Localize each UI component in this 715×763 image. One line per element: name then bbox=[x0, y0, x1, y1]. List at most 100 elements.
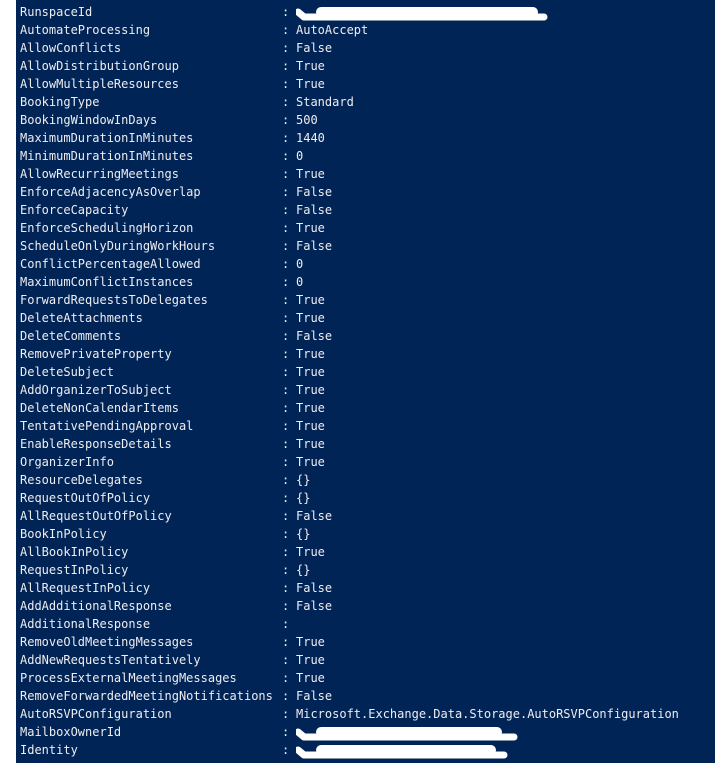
property-name: OrganizerInfo bbox=[20, 455, 114, 469]
property-row: MaximumConflictInstances:0 bbox=[20, 273, 679, 291]
property-row: DeleteSubject: True bbox=[20, 363, 679, 381]
property-row: AllRequestInPolicy: False bbox=[20, 579, 679, 597]
property-name: DeleteComments bbox=[20, 329, 122, 343]
property-name: AdditionalResponse bbox=[20, 617, 151, 631]
property-separator: : bbox=[282, 581, 290, 595]
property-value: {} bbox=[296, 473, 311, 487]
property-row: ConflictPercentageAllowed:0 bbox=[20, 255, 679, 273]
property-value: False bbox=[296, 581, 333, 595]
property-row: AllowRecurringMeetings: True bbox=[20, 165, 679, 183]
property-row: TentativePendingApproval: True bbox=[20, 417, 679, 435]
property-separator: : bbox=[282, 131, 290, 145]
property-name: AddNewRequestsTentatively bbox=[20, 653, 201, 667]
property-value: Standard bbox=[296, 95, 354, 109]
property-value: False bbox=[296, 689, 333, 703]
property-separator: : bbox=[282, 437, 290, 451]
property-name: AllowMultipleResources bbox=[20, 77, 179, 91]
property-separator: : bbox=[282, 23, 290, 37]
property-row: ScheduleOnlyDuringWorkHours: False bbox=[20, 237, 679, 255]
property-row: RunspaceId: bbox=[20, 3, 679, 21]
property-name: DeleteNonCalendarItems bbox=[20, 401, 179, 415]
property-row: RequestInPolicy: {} bbox=[20, 561, 679, 579]
scribble-redaction-icon bbox=[296, 746, 508, 759]
property-separator: : bbox=[282, 95, 290, 109]
property-separator: : bbox=[282, 689, 290, 703]
property-separator: : bbox=[282, 329, 290, 343]
property-value: False bbox=[296, 329, 333, 343]
property-separator: : bbox=[282, 311, 290, 325]
property-row: Identity: bbox=[20, 741, 679, 759]
property-name: ConflictPercentageAllowed bbox=[20, 257, 201, 271]
property-row: ForwardRequestsToDelegates: True bbox=[20, 291, 679, 309]
property-name: RemoveOldMeetingMessages bbox=[20, 635, 194, 649]
property-name: ProcessExternalMeetingMessages bbox=[20, 671, 237, 685]
property-separator: : bbox=[282, 473, 290, 487]
property-row: ProcessExternalMeetingMessages: True bbox=[20, 669, 679, 687]
property-separator: : bbox=[282, 113, 290, 127]
property-separator: : bbox=[282, 203, 290, 217]
property-value: {} bbox=[296, 491, 311, 505]
property-name: MinimumDurationInMinutes bbox=[20, 149, 194, 163]
property-value: False bbox=[296, 203, 333, 217]
property-separator: : bbox=[282, 635, 290, 649]
property-row: RemovePrivateProperty: True bbox=[20, 345, 679, 363]
scribble-stroke bbox=[296, 8, 548, 21]
property-row: AddOrganizerToSubject: True bbox=[20, 381, 679, 399]
property-row: EnforceSchedulingHorizon: True bbox=[20, 219, 679, 237]
property-separator: : bbox=[282, 725, 290, 739]
property-row: AllowDistributionGroup: True bbox=[20, 57, 679, 75]
property-row: BookInPolicy: {} bbox=[20, 525, 679, 543]
property-name: AddOrganizerToSubject bbox=[20, 383, 172, 397]
property-value: True bbox=[296, 635, 325, 649]
property-name: MailboxOwnerId bbox=[20, 725, 122, 739]
property-value: 0 bbox=[296, 257, 304, 271]
property-separator: : bbox=[282, 275, 290, 289]
property-row: DeleteNonCalendarItems: True bbox=[20, 399, 679, 417]
property-name: AllRequestInPolicy bbox=[20, 581, 151, 595]
property-name: DeleteAttachments bbox=[20, 311, 143, 325]
property-name: AllRequestOutOfPolicy bbox=[20, 509, 172, 523]
property-name: RequestInPolicy bbox=[20, 563, 129, 577]
property-name: TentativePendingApproval bbox=[20, 419, 194, 433]
property-row: RemoveForwardedMeetingNotifications: Fals… bbox=[20, 687, 679, 705]
property-name: EnableResponseDetails bbox=[20, 437, 172, 451]
property-row: AutoRSVPConfiguration: Microsoft.Exchange… bbox=[20, 705, 679, 723]
property-value: False bbox=[296, 239, 333, 253]
property-value: Microsoft.Exchange.Data.Storage.AutoRSVP… bbox=[296, 707, 679, 721]
property-value: True bbox=[296, 221, 325, 235]
property-value: 1440 bbox=[296, 131, 325, 145]
property-name: ForwardRequestsToDelegates bbox=[20, 293, 208, 307]
property-name: RunspaceId bbox=[20, 5, 93, 19]
property-value: True bbox=[296, 59, 325, 73]
property-list: RunspaceId: AutomateProcessing: AutoAccept… bbox=[20, 3, 679, 759]
property-row: AllRequestOutOfPolicy: False bbox=[20, 507, 679, 525]
property-value: True bbox=[296, 167, 325, 181]
property-name: EnforceCapacity bbox=[20, 203, 129, 217]
property-row: OrganizerInfo: True bbox=[20, 453, 679, 471]
property-value: True bbox=[296, 347, 325, 361]
property-separator: : bbox=[282, 545, 290, 559]
console-output[interactable]: RunspaceId: AutomateProcessing: AutoAccept… bbox=[16, 0, 715, 763]
property-name: DeleteSubject bbox=[20, 365, 114, 379]
scribble-stroke bbox=[296, 728, 518, 741]
property-separator: : bbox=[282, 671, 290, 685]
property-row: BookingWindowInDays:500 bbox=[20, 111, 679, 129]
property-separator: : bbox=[282, 617, 290, 631]
property-value: 500 bbox=[296, 113, 318, 127]
property-value: 0 bbox=[296, 275, 304, 289]
property-separator: : bbox=[282, 347, 290, 361]
property-separator: : bbox=[282, 5, 290, 19]
property-value: {} bbox=[296, 563, 311, 577]
scribble-redaction-icon bbox=[296, 728, 518, 741]
property-separator: : bbox=[282, 41, 290, 55]
property-row: MaximumDurationInMinutes:1440 bbox=[20, 129, 679, 147]
property-value: True bbox=[296, 311, 325, 325]
property-name: AllowDistributionGroup bbox=[20, 59, 179, 73]
redaction-mark bbox=[296, 3, 558, 21]
property-name: RequestOutOfPolicy bbox=[20, 491, 151, 505]
property-name: RemovePrivateProperty bbox=[20, 347, 172, 361]
property-value: True bbox=[296, 365, 325, 379]
property-separator: : bbox=[282, 707, 290, 721]
property-separator: : bbox=[282, 401, 290, 415]
property-name: BookInPolicy bbox=[20, 527, 107, 541]
